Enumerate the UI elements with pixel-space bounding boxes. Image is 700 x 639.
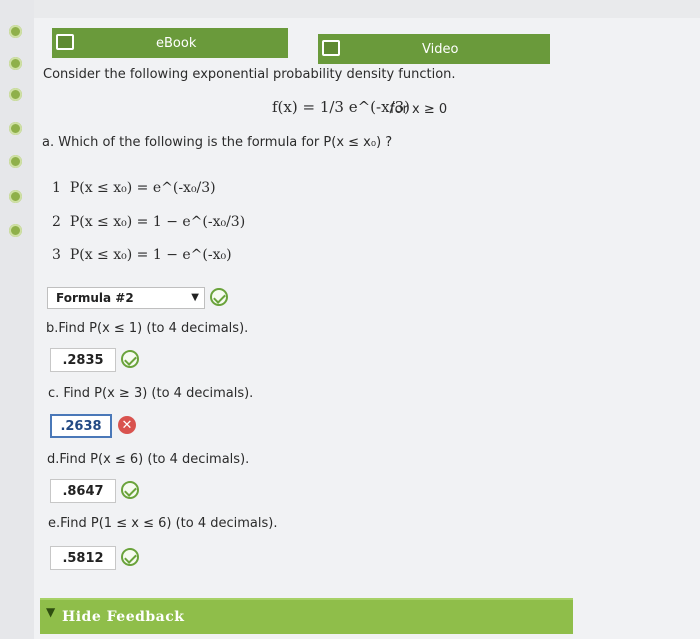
answer-e-input[interactable]: .5812 <box>50 546 116 570</box>
nav-dot-icon[interactable] <box>9 122 22 135</box>
collapse-triangle-icon: ▼ <box>46 605 56 619</box>
nav-dot-icon[interactable] <box>9 57 22 70</box>
hide-feedback-label: Hide Feedback <box>62 609 185 625</box>
formula-select[interactable]: Formula #2 ▼ <box>47 287 205 309</box>
answer-d-input[interactable]: .8647 <box>50 479 116 503</box>
incorrect-x-icon: ✕ <box>118 416 136 434</box>
dropdown-arrow-icon[interactable]: ▼ <box>191 292 199 303</box>
video-tab[interactable]: Video <box>318 34 550 64</box>
nav-dot-icon[interactable] <box>9 190 22 203</box>
part-e-question: e.Find P(1 ≤ x ≤ 6) (to 4 decimals). <box>48 516 278 531</box>
answer-c-input[interactable]: .2638 <box>50 414 112 438</box>
option-3[interactable]: 3 P(x ≤ x₀) = 1 − e^(-x₀) <box>52 247 232 263</box>
book-icon <box>56 34 74 50</box>
hide-feedback-bar[interactable]: ▼ Hide Feedback <box>40 598 573 634</box>
part-a-question: a. Which of the following is the formula… <box>42 135 393 150</box>
nav-dot-icon[interactable] <box>9 155 22 168</box>
option-number: 1 <box>52 180 61 196</box>
answer-b-input[interactable]: .2835 <box>50 348 116 372</box>
video-icon <box>322 40 340 56</box>
correct-check-icon <box>210 288 228 306</box>
option-number: 3 <box>52 247 61 263</box>
option-formula: P(x ≤ x₀) = 1 − e^(-x₀/3) <box>69 214 246 230</box>
correct-check-icon <box>121 548 139 566</box>
part-b-question: b.Find P(x ≤ 1) (to 4 decimals). <box>46 321 249 336</box>
part-d-question: d.Find P(x ≤ 6) (to 4 decimals). <box>47 452 250 467</box>
ebook-tab[interactable]: eBook <box>52 28 288 58</box>
option-number: 2 <box>52 214 61 230</box>
option-formula: P(x ≤ x₀) = 1 − e^(-x₀) <box>69 247 232 263</box>
correct-check-icon <box>121 481 139 499</box>
option-formula: P(x ≤ x₀) = e^(-x₀/3) <box>69 180 216 196</box>
part-c-question: c. Find P(x ≥ 3) (to 4 decimals). <box>48 386 254 401</box>
ebook-label: eBook <box>156 35 197 51</box>
option-2[interactable]: 2 P(x ≤ x₀) = 1 − e^(-x₀/3) <box>52 214 245 230</box>
nav-dot-icon[interactable] <box>9 88 22 101</box>
correct-check-icon <box>121 350 139 368</box>
option-1[interactable]: 1 P(x ≤ x₀) = e^(-x₀/3) <box>52 180 216 196</box>
top-bar <box>34 0 700 18</box>
nav-dot-icon[interactable] <box>9 25 22 38</box>
left-gutter <box>0 0 34 639</box>
select-value: Formula #2 <box>56 291 134 305</box>
function-condition: for x ≥ 0 <box>390 102 448 117</box>
video-label: Video <box>422 41 459 57</box>
nav-dot-icon[interactable] <box>9 224 22 237</box>
question-intro: Consider the following exponential proba… <box>43 67 456 82</box>
